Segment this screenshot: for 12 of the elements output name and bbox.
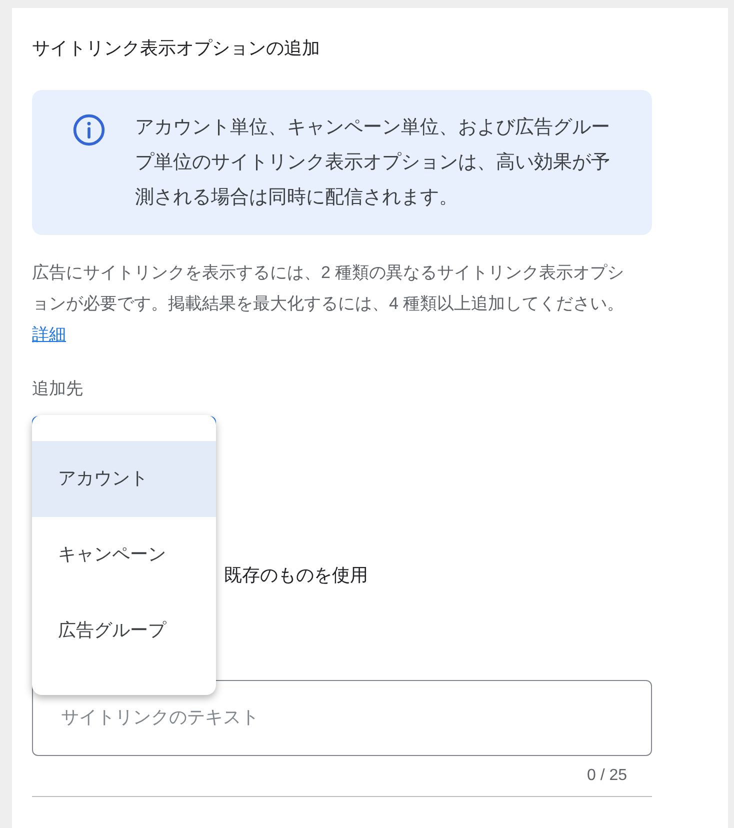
menu-item[interactable]: キャンペーン bbox=[32, 516, 216, 592]
sitelink-text-field[interactable]: サイトリンクのテキスト bbox=[32, 680, 652, 756]
description-text: 広告にサイトリンクを表示するには、2 種類の異なるサイトリンク表示オプションが必要です。掲載結果を最大化するには、4 種類以上追加してください。 詳細 bbox=[32, 262, 626, 346]
details-link[interactable]: 詳細 bbox=[32, 325, 66, 344]
menu-item[interactable]: 広告グループ bbox=[32, 592, 216, 668]
dialog-title: サイトリンク表示オプションの追加 bbox=[32, 37, 321, 60]
option-label: 既存のものを使用 bbox=[224, 564, 368, 586]
character-counter: 0 / 25 bbox=[586, 766, 627, 786]
add-to-label: 追加先 bbox=[32, 378, 84, 400]
info-icon bbox=[72, 113, 106, 147]
menu-item[interactable]: アカウント bbox=[32, 440, 216, 516]
info-text: アカウント単位、キャンペーン単位、および広告グループ単位のサイトリンク表示オプションは、高い効果が予測される場合は同時に配信されます。 bbox=[135, 116, 611, 210]
